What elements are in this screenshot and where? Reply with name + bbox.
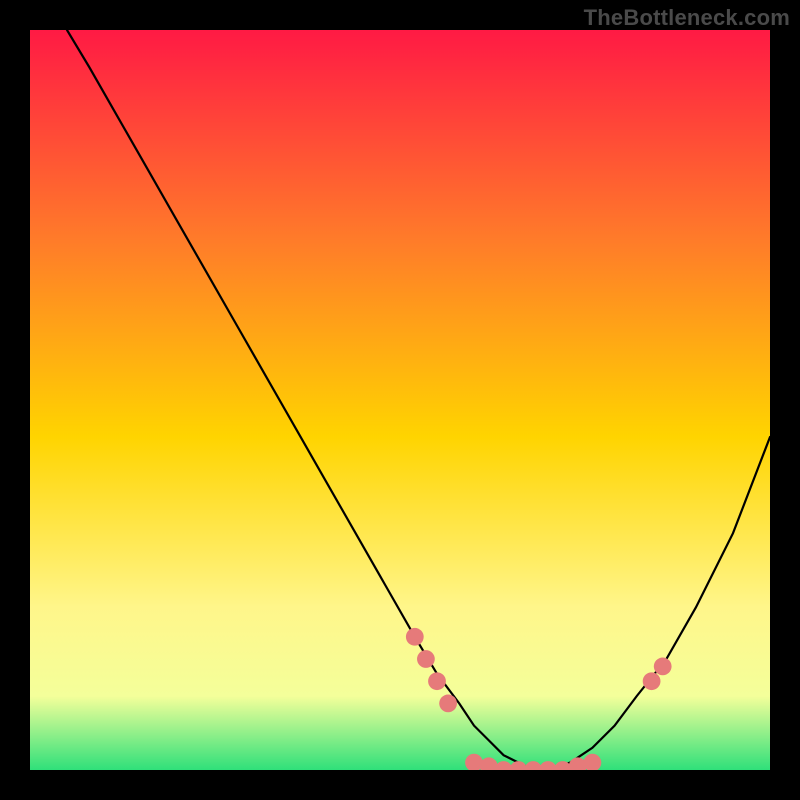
plot-area <box>30 30 770 770</box>
marker-point <box>643 672 661 690</box>
marker-point <box>428 672 446 690</box>
chart-container: TheBottleneck.com <box>0 0 800 800</box>
marker-point <box>417 650 435 668</box>
marker-point <box>654 658 672 676</box>
chart-svg <box>30 30 770 770</box>
watermark-text: TheBottleneck.com <box>584 5 790 31</box>
marker-point <box>439 695 457 713</box>
marker-point <box>406 628 424 646</box>
